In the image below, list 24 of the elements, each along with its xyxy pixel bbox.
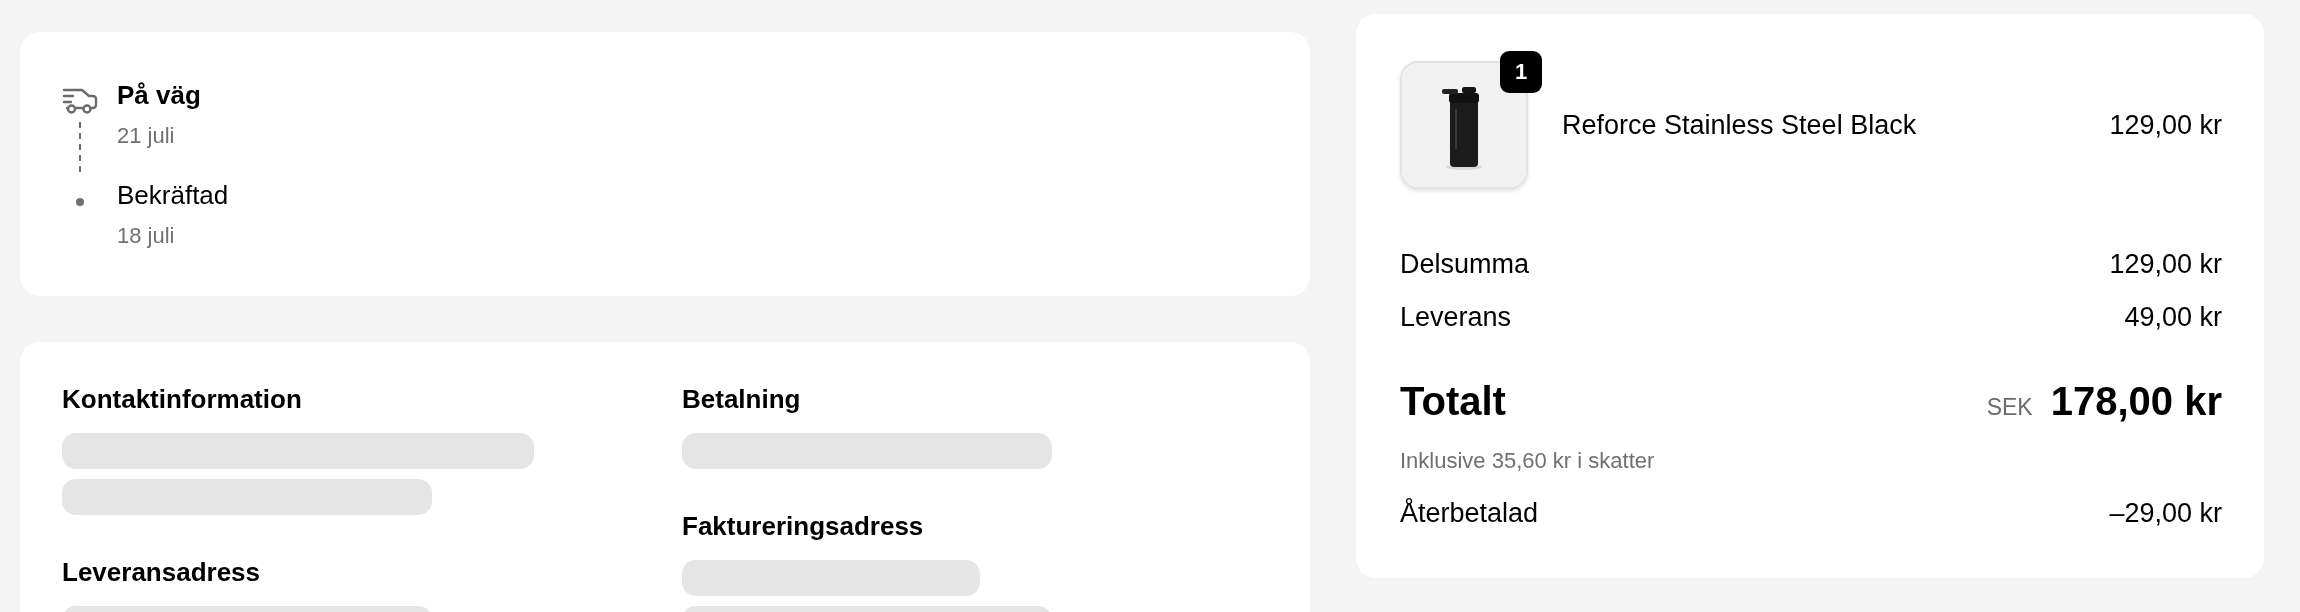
- summary-label: Leverans: [1400, 302, 1512, 333]
- refund-label: Återbetalad: [1400, 498, 1539, 529]
- total-label: Totalt: [1400, 379, 1506, 424]
- status-date: 21 juli: [117, 123, 176, 149]
- refund-value: –29,00 kr: [2109, 498, 2222, 529]
- summary-value: 129,00 kr: [2109, 249, 2222, 280]
- status-title: Bekräftad: [117, 180, 229, 211]
- timeline-dot: [76, 198, 84, 206]
- status-date: 18 juli: [117, 223, 176, 249]
- summary-value: 49,00 kr: [2124, 302, 2222, 333]
- product-price: 129,00 kr: [2109, 109, 2222, 141]
- product-name: Reforce Stainless Steel Black: [1562, 109, 1918, 141]
- truck-icon: [62, 86, 98, 116]
- section-heading: Leveransadress: [62, 557, 262, 588]
- section-heading: Kontaktinformation: [62, 384, 303, 415]
- currency-code: SEK: [1986, 394, 2033, 421]
- status-title: På väg: [117, 80, 201, 111]
- quantity-badge: 1: [1500, 51, 1542, 93]
- section-heading: Betalning: [682, 384, 802, 415]
- summary-label: Delsumma: [1400, 249, 1530, 280]
- tax-note: Inklusive 35,60 kr i skatter: [1400, 448, 1656, 474]
- total-value: 178,00 kr: [2050, 379, 2222, 424]
- section-heading: Faktureringsadress: [682, 511, 925, 542]
- timeline-line: [79, 122, 81, 172]
